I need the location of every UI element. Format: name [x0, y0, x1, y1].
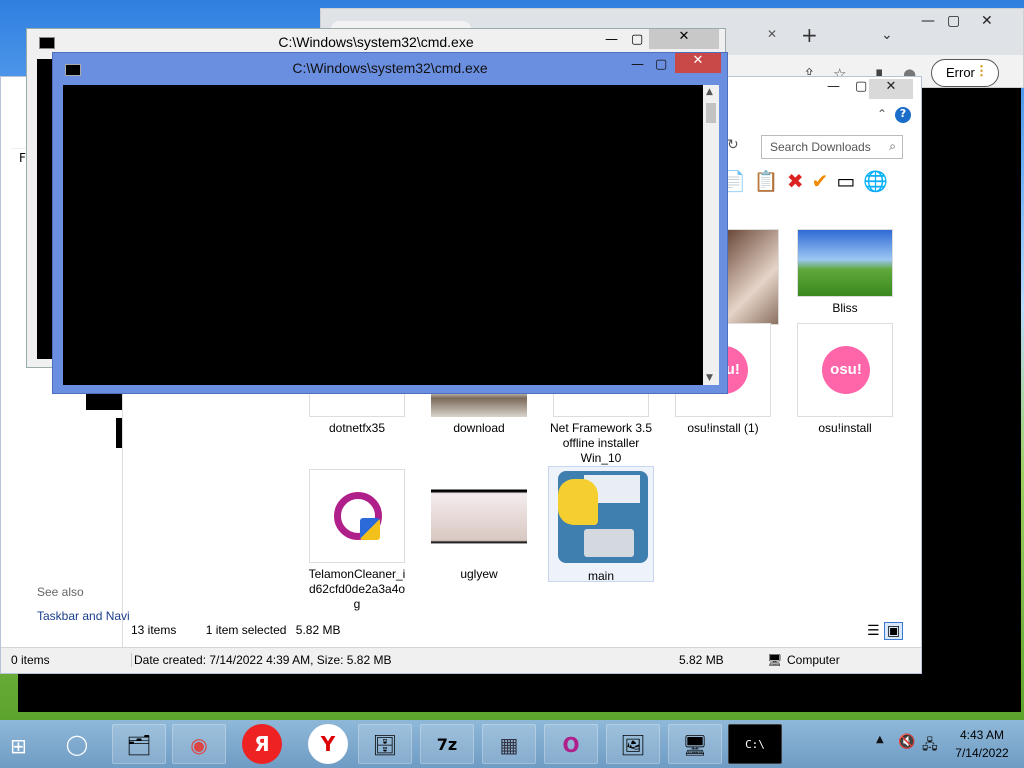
- cmd-console[interactable]: [63, 85, 703, 385]
- see-also-heading: See also: [37, 585, 84, 599]
- search-placeholder: Search Downloads: [770, 140, 871, 154]
- yandex-icon[interactable]: Я: [242, 724, 282, 764]
- file-name: Bliss: [832, 301, 858, 315]
- file-item[interactable]: uglyew: [423, 469, 535, 582]
- chrome-minimize-button[interactable]: —: [921, 13, 935, 29]
- clock-date: 7/14/2022: [955, 746, 1009, 760]
- left-item-count: 0 items: [11, 653, 50, 667]
- clock-time: 4:43 AM: [959, 728, 1005, 742]
- cmd-back-close-button[interactable]: ✕: [649, 29, 719, 49]
- cmd-maximize-button[interactable]: ▢: [655, 57, 667, 72]
- explorer-close-button[interactable]: ✕: [869, 79, 913, 99]
- scroll-down-icon[interactable]: ▼: [706, 373, 713, 383]
- cmd-title: C:\Windows\system32\cmd.exe: [292, 60, 488, 76]
- photo-viewer-icon[interactable]: 🖼: [606, 724, 660, 764]
- file-name: download: [453, 421, 505, 435]
- selection-size: 5.82 MB: [295, 623, 341, 637]
- python-floppy-icon: [552, 467, 650, 565]
- telamon-thumbnail: [309, 469, 405, 563]
- file-name: main: [587, 569, 614, 583]
- 7zip-icon[interactable]: 7z: [420, 724, 474, 764]
- cmd-close-button[interactable]: ✕: [675, 53, 721, 73]
- explorer-maximize-button[interactable]: ▢: [855, 79, 867, 94]
- alice-icon[interactable]: ◯: [50, 724, 104, 764]
- refresh-icon[interactable]: ↻: [727, 137, 739, 153]
- paste-icon[interactable]: 📋: [754, 169, 779, 193]
- search-input[interactable]: Search Downloads ⌕: [761, 135, 903, 159]
- tray-expand-icon[interactable]: ▲: [876, 734, 884, 745]
- anime-thumbnail: [431, 469, 527, 563]
- taskbar-and-navigation-link[interactable]: Taskbar and Navi: [37, 609, 130, 623]
- file-item[interactable]: osu! osu!install: [789, 323, 901, 436]
- yandex-browser-icon[interactable]: Y: [308, 724, 348, 764]
- clock[interactable]: 4:43 AM 7/14/2022: [944, 726, 1020, 762]
- dog-photo-thumbnail: [727, 229, 779, 325]
- cmd-back-maximize-button[interactable]: ▢: [631, 32, 643, 47]
- chrome-icon[interactable]: ◉: [172, 724, 226, 764]
- location-label: Computer: [787, 653, 840, 667]
- menu-dots-icon[interactable]: ⋮: [975, 63, 988, 79]
- taskbar: ⊞ ◯ 🗂 ◉ Я Y 🗄 7z ▦ O 🖼 🖥 C:\ ▲ 🔇 🖧 4:43 …: [0, 720, 1024, 768]
- computer-icon: 🖥: [767, 653, 783, 667]
- volume-muted-icon[interactable]: 🔇: [898, 734, 915, 750]
- control-panel-icon[interactable]: 🖥: [668, 724, 722, 764]
- file-name: osu!install (1): [687, 421, 759, 435]
- large-icons-view-icon[interactable]: ▣: [884, 622, 904, 640]
- file-name: osu!install: [818, 421, 872, 435]
- opera-icon[interactable]: O: [544, 724, 598, 764]
- new-tab-button[interactable]: +: [801, 23, 818, 47]
- cmd-scrollbar[interactable]: ▲ ▼: [703, 85, 719, 385]
- uac-shield-icon: [360, 518, 380, 540]
- toolbar: 📄 📋 ✖ ✔ ▭ 🌐: [721, 169, 896, 193]
- artifact-block: [86, 392, 122, 410]
- osu-thumbnail: osu!: [797, 323, 893, 417]
- file-item[interactable]: Bliss: [789, 229, 901, 316]
- search-icon: ⌕: [889, 139, 896, 153]
- artifact-block: [106, 418, 122, 448]
- globe-icon[interactable]: 🌐: [863, 169, 888, 193]
- cmd-minimize-button[interactable]: —: [631, 57, 644, 72]
- tab-close-icon[interactable]: ✕: [767, 27, 777, 41]
- explorer-minimize-button[interactable]: —: [827, 79, 840, 94]
- bliss-thumbnail: [797, 229, 893, 297]
- chrome-maximize-button[interactable]: ▢: [947, 13, 960, 29]
- file-name: TelamonCleaner_id62cfd0de2a3a4og: [308, 567, 406, 611]
- file-explorer-icon[interactable]: 🗂: [112, 724, 166, 764]
- dotnet-installer-icon[interactable]: ▦: [482, 724, 536, 764]
- file-name: dotnetfx35: [328, 421, 386, 435]
- chrome-close-button[interactable]: ✕: [981, 13, 993, 29]
- scroll-up-icon[interactable]: ▲: [706, 87, 713, 97]
- file-item-selected[interactable]: main: [548, 466, 654, 583]
- osu-logo-icon: osu!: [822, 346, 870, 394]
- check-icon[interactable]: ✔: [812, 169, 829, 193]
- explorer-statusbar: 0 items Date created: 7/14/2022 4:39 AM,…: [1, 647, 921, 673]
- delete-icon[interactable]: ✖: [787, 169, 804, 193]
- item-count: 13 items: [131, 623, 177, 637]
- error-label: Error: [946, 65, 975, 80]
- windows-start-icon[interactable]: ⊞: [10, 734, 27, 758]
- file-details: Date created: 7/14/2022 4:39 AM, Size: 5…: [131, 653, 392, 667]
- file-item[interactable]: TelamonCleaner_id62cfd0de2a3a4og: [301, 469, 413, 612]
- cmd-window-front: C:\Windows\system32\cmd.exe — ▢ ✕ ▲ ▼: [52, 52, 728, 394]
- network-icon[interactable]: 🖧: [922, 734, 938, 758]
- cmd-taskbar-icon[interactable]: C:\: [728, 724, 782, 764]
- file-name: uglyew: [460, 567, 498, 581]
- help-icon[interactable]: ?: [895, 107, 911, 123]
- details-view-icon[interactable]: ☰: [867, 623, 880, 639]
- file-size: 5.82 MB: [679, 653, 724, 667]
- status-summary: 13 items 1 item selected 5.82 MB: [131, 623, 340, 637]
- tab-search-icon[interactable]: ⌄: [881, 27, 893, 43]
- cmd-back-minimize-button[interactable]: —: [605, 32, 618, 47]
- properties-icon[interactable]: ▭: [836, 169, 855, 193]
- error-button[interactable]: Error ⋮: [931, 59, 999, 87]
- archive-icon[interactable]: 🗄: [358, 724, 412, 764]
- scroll-thumb[interactable]: [706, 103, 716, 123]
- view-switcher: ☰ ▣: [867, 622, 904, 640]
- file-name: Net Framework 3.5 offline installer Win_…: [549, 421, 653, 465]
- ribbon-collapse-icon[interactable]: ⌃: [877, 107, 887, 121]
- selection-count: 1 item selected: [205, 623, 287, 637]
